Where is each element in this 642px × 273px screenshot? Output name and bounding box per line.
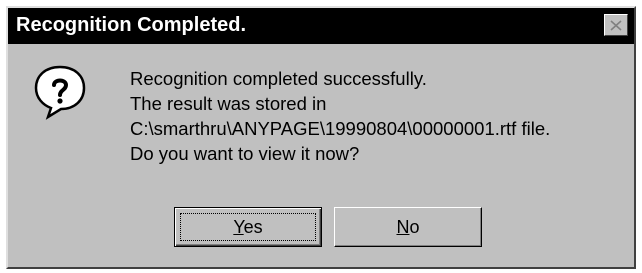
message-line: The result was stored in <box>130 93 327 114</box>
no-button[interactable]: No <box>334 207 482 247</box>
title-bar[interactable]: Recognition Completed. <box>8 8 634 44</box>
yes-mnemonic: Y <box>233 216 244 237</box>
message-line: Do you want to view it now? <box>130 143 360 164</box>
no-mnemonic: N <box>396 216 410 237</box>
message-line: C:\smarthru\ANYPAGE\19990804\00000001.rt… <box>130 118 551 139</box>
yes-button[interactable]: Yes <box>174 207 322 247</box>
close-icon <box>610 19 622 31</box>
no-label-rest: o <box>409 216 420 237</box>
recognition-dialog: Recognition Completed. Recognition compl… <box>6 6 636 269</box>
dialog-title: Recognition Completed. <box>16 14 246 36</box>
close-button[interactable] <box>604 14 628 36</box>
message-line: Recognition completed successfully. <box>130 68 427 89</box>
yes-button-label: Yes <box>233 217 262 238</box>
no-button-label: No <box>396 217 419 238</box>
yes-label-rest: es <box>243 216 263 237</box>
message-text: Recognition completed successfully. The … <box>130 66 550 166</box>
question-icon <box>32 64 88 120</box>
